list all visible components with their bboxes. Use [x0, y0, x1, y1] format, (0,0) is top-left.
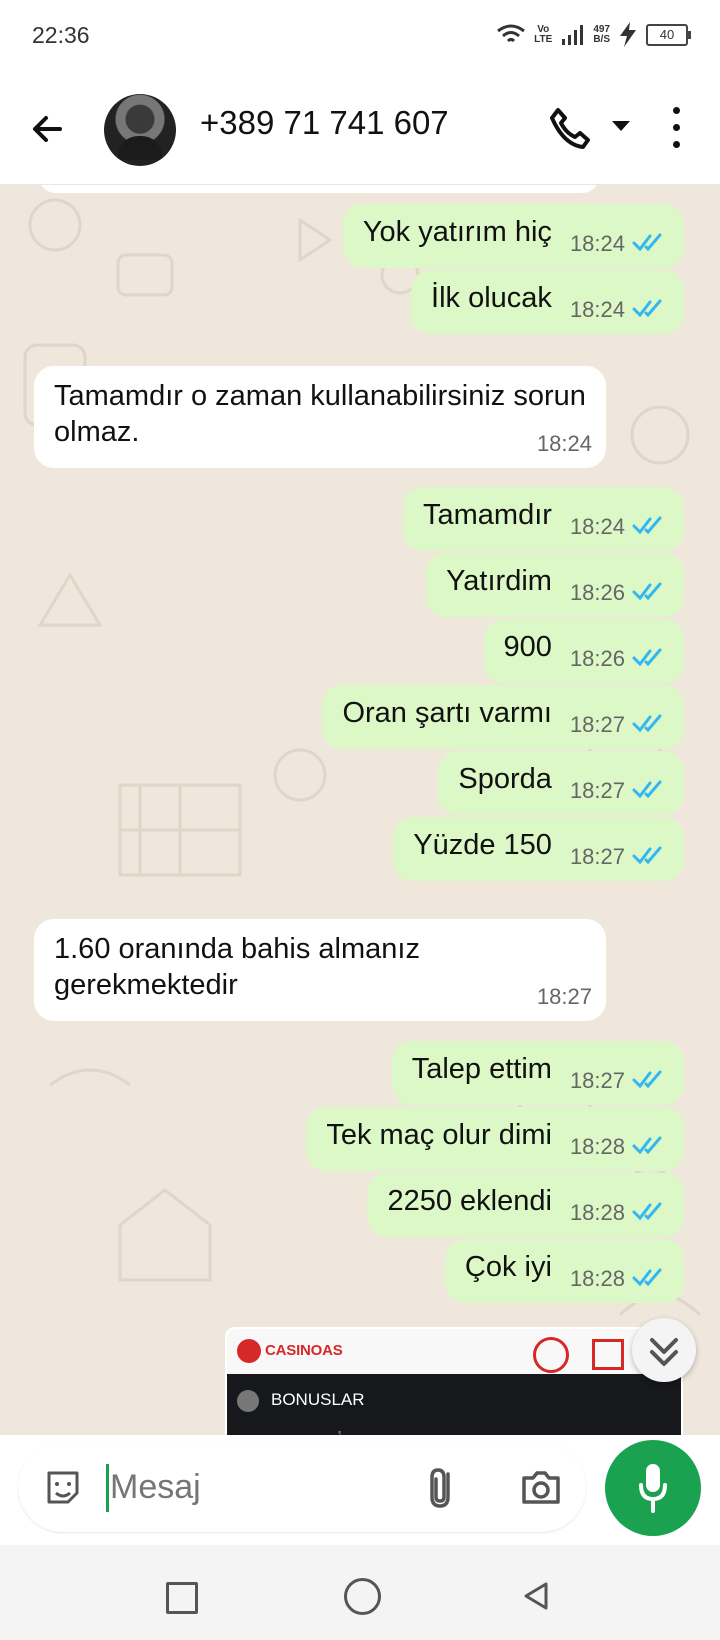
- microphone-icon: [639, 1464, 667, 1513]
- android-navigation-bar: [0, 1545, 720, 1640]
- image-number: 1: [337, 1430, 343, 1435]
- message-bubble[interactable]: Çok iyi 18:28: [444, 1239, 684, 1303]
- message-bubble[interactable]: Yok yatırım hiç 18:24: [342, 204, 684, 268]
- contact-avatar[interactable]: [104, 94, 176, 166]
- message-bubble[interactable]: Tek maç olur dimi 18:28: [306, 1107, 684, 1171]
- gift-icon: [592, 1339, 624, 1370]
- sticker-icon[interactable]: [42, 1466, 84, 1508]
- voice-message-button[interactable]: [605, 1440, 701, 1536]
- message-bubble[interactable]: Talep ettim 18:27: [391, 1041, 684, 1105]
- double-check-icon: [632, 648, 662, 666]
- message-composer[interactable]: [18, 1442, 586, 1532]
- message-bubble[interactable]: Tamamdır o zaman kullanabilirsiniz sorun…: [34, 366, 606, 468]
- previous-message-edge: [38, 185, 600, 193]
- message-bubble[interactable]: İlk olucak 18:24: [411, 270, 684, 334]
- double-check-icon: [632, 299, 662, 317]
- double-check-icon: [632, 233, 662, 251]
- whatsapp-icon: [533, 1337, 569, 1373]
- charging-icon: [620, 22, 636, 47]
- volte-indicator: Vo LTE: [534, 23, 553, 45]
- shared-image-preview[interactable]: CASINOAS BONUSLAR 1: [225, 1327, 683, 1435]
- battery-level: 40: [646, 23, 691, 46]
- message-bubble[interactable]: 2250 eklendi 18:28: [367, 1173, 684, 1237]
- back-circle-icon: [237, 1390, 259, 1412]
- more-options-icon[interactable]: [666, 107, 686, 153]
- message-bubble[interactable]: Yüzde 150 18:27: [393, 817, 684, 881]
- message-bubble[interactable]: Sporda 18:27: [438, 751, 684, 815]
- back-arrow-icon[interactable]: [28, 109, 68, 149]
- double-check-icon: [632, 1136, 662, 1154]
- image-logo-text: CASINOAS: [265, 1342, 343, 1359]
- message-input[interactable]: [108, 1462, 362, 1512]
- image-dark-bar: BONUSLAR 1: [227, 1374, 681, 1435]
- casino-logo-icon: [237, 1339, 261, 1363]
- status-bar: 22:36 Vo LTE 497 B/S 40: [0, 0, 720, 74]
- chat-area[interactable]: Yok yatırım hiç 18:24 İlk olucak 18:24 Tam…: [0, 185, 720, 1435]
- message-bubble[interactable]: Oran şartı varmı 18:27: [322, 685, 684, 749]
- message-bubble[interactable]: 900 18:26: [483, 619, 684, 683]
- home-icon[interactable]: [344, 1578, 381, 1615]
- message-bubble[interactable]: Yatırdim 18:26: [426, 553, 684, 617]
- message-bubble[interactable]: Tamamdır 18:24: [403, 487, 684, 551]
- signal-icon: [562, 24, 584, 45]
- recent-apps-icon[interactable]: [166, 1582, 198, 1614]
- double-check-icon: [632, 582, 662, 600]
- double-chevron-down-icon: [650, 1338, 678, 1366]
- call-options-caret-icon[interactable]: [612, 121, 630, 131]
- camera-icon[interactable]: [520, 1468, 562, 1506]
- double-check-icon: [632, 1202, 662, 1220]
- image-top-bar: CASINOAS: [227, 1329, 681, 1374]
- double-check-icon: [632, 780, 662, 798]
- double-check-icon: [632, 516, 662, 534]
- double-check-icon: [632, 846, 662, 864]
- network-speed: 497 B/S: [593, 23, 610, 45]
- chat-header: +389 71 741 607: [0, 74, 720, 185]
- phone-icon[interactable]: [548, 106, 592, 150]
- scroll-down-button[interactable]: [632, 1318, 696, 1382]
- double-check-icon: [632, 714, 662, 732]
- status-time: 22:36: [32, 22, 90, 48]
- double-check-icon: [632, 1070, 662, 1088]
- system-back-icon[interactable]: [520, 1580, 552, 1612]
- double-check-icon: [632, 1268, 662, 1286]
- status-icons: Vo LTE 497 B/S 40: [496, 22, 691, 47]
- attach-icon[interactable]: [422, 1464, 464, 1510]
- wifi-icon: [497, 24, 526, 42]
- bonus-label: BONUSLAR: [271, 1390, 365, 1409]
- message-bubble[interactable]: 1.60 oranında bahis almanız gerekmektedi…: [34, 919, 606, 1021]
- contact-phone[interactable]: +389 71 741 607: [200, 104, 449, 142]
